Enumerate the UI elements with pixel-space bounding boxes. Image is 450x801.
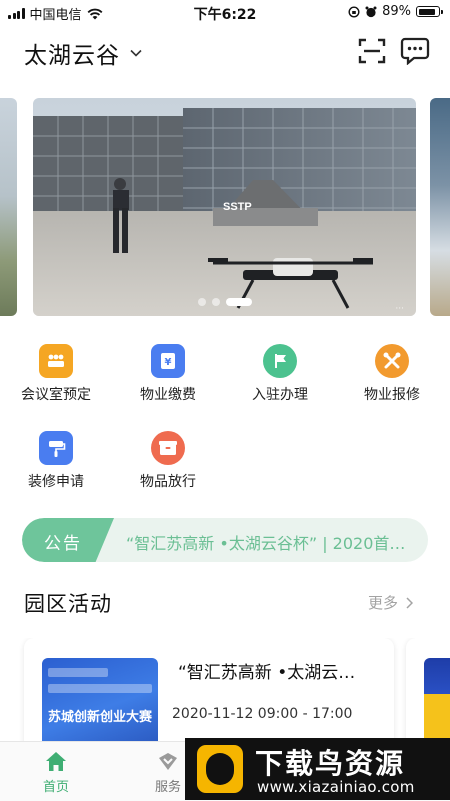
announcement-text: “智汇苏高新 •太湖云谷杯” | 2020首… bbox=[126, 534, 406, 553]
more-link[interactable]: 更多 bbox=[368, 592, 414, 613]
message-icon[interactable] bbox=[400, 37, 430, 65]
scan-icon[interactable] bbox=[358, 38, 386, 64]
service-label: 会议室预定 bbox=[21, 387, 91, 403]
flag-icon bbox=[263, 344, 297, 378]
watermark-overlay: 下载鸟资源 www.xiazainiao.com bbox=[185, 738, 450, 800]
service-item-release[interactable]: 物品放行 bbox=[112, 431, 224, 495]
announcement-bar[interactable]: 公告 “智汇苏高新 •太湖云谷杯” | 2020首… bbox=[22, 518, 428, 562]
chevron-down-icon bbox=[130, 49, 142, 57]
announcement-tag: 公告 bbox=[22, 518, 114, 562]
activity-card[interactable]: 苏城创新创业大赛 “智汇苏高新 •太湖云… 2020-11-12 09:00 -… bbox=[24, 638, 394, 748]
activity-card-next[interactable] bbox=[406, 638, 450, 748]
service-icon bbox=[159, 753, 177, 770]
activity-thumbnail: 苏城创新创业大赛 bbox=[42, 658, 158, 748]
activity-list: 苏城创新创业大赛 “智汇苏高新 •太湖云… 2020-11-12 09:00 -… bbox=[0, 638, 450, 748]
watermark-url: www.xiazainiao.com bbox=[257, 778, 415, 796]
watermark-title: 下载鸟资源 bbox=[255, 747, 406, 780]
service-repair[interactable]: 物业报修 bbox=[336, 344, 448, 408]
app-header: 太湖云谷 bbox=[0, 24, 450, 80]
service-move-in[interactable]: 入驻办理 bbox=[224, 344, 336, 408]
park-selector[interactable]: 太湖云谷 bbox=[24, 36, 142, 70]
activity-title: “智汇苏高新 •太湖云… bbox=[178, 663, 356, 683]
box-icon bbox=[151, 431, 185, 465]
meeting-room-icon bbox=[39, 344, 73, 378]
rotation-lock-icon bbox=[348, 5, 360, 18]
service-label: 物品放行 bbox=[140, 474, 196, 490]
watermark-logo-icon bbox=[197, 745, 243, 793]
repair-icon bbox=[375, 344, 409, 378]
tab-label: 首页 bbox=[42, 780, 69, 795]
banner-image: SSTP bbox=[33, 98, 416, 316]
service-property-payment[interactable]: ¥ 物业缴费 bbox=[112, 344, 224, 408]
banner-next-slide[interactable] bbox=[430, 98, 450, 316]
service-label: 入驻办理 bbox=[252, 387, 308, 403]
service-label: 物业报修 bbox=[364, 387, 420, 403]
carousel-dot[interactable] bbox=[197, 298, 206, 306]
carousel-dot[interactable] bbox=[211, 298, 220, 306]
service-label: 物业缴费 bbox=[140, 387, 196, 403]
home-icon bbox=[46, 752, 66, 771]
section-title: 园区活动 bbox=[24, 592, 112, 616]
activity-time: 2020-11-12 09:00 - 17:00 bbox=[172, 706, 353, 722]
banner-carousel[interactable]: SSTP ··· bbox=[0, 98, 450, 316]
carousel-indicator bbox=[33, 298, 416, 306]
alarm-icon bbox=[365, 6, 377, 17]
banner-sign-text: SSTP bbox=[223, 201, 252, 213]
banner-slide[interactable]: SSTP ··· bbox=[33, 98, 416, 316]
battery-percent: 89% bbox=[382, 4, 411, 19]
announcement-tag-label: 公告 bbox=[44, 534, 82, 554]
payment-icon: ¥ bbox=[151, 344, 185, 378]
banner-prev-slide[interactable] bbox=[0, 98, 17, 316]
paint-roller-icon bbox=[39, 431, 73, 465]
service-label: 装修申请 bbox=[28, 474, 84, 490]
park-name: 太湖云谷 bbox=[24, 43, 120, 69]
activity-thumbnail bbox=[424, 658, 450, 748]
more-label: 更多 bbox=[368, 594, 399, 612]
carousel-dot[interactable] bbox=[225, 298, 252, 306]
thumbnail-text: 苏城创新创业大赛 bbox=[48, 710, 153, 725]
status-right: 89% bbox=[348, 4, 443, 19]
tab-home[interactable]: 首页 bbox=[0, 742, 112, 801]
service-meeting-room[interactable]: 会议室预定 bbox=[0, 344, 112, 408]
battery-icon bbox=[416, 6, 443, 17]
status-bar: 中国电信 下午6:22 89% bbox=[0, 0, 450, 24]
chevron-right-icon bbox=[406, 596, 414, 609]
service-renovation[interactable]: 装修申请 bbox=[0, 431, 112, 495]
banner-watermark: ··· bbox=[395, 304, 404, 314]
svg-text:¥: ¥ bbox=[165, 357, 172, 368]
